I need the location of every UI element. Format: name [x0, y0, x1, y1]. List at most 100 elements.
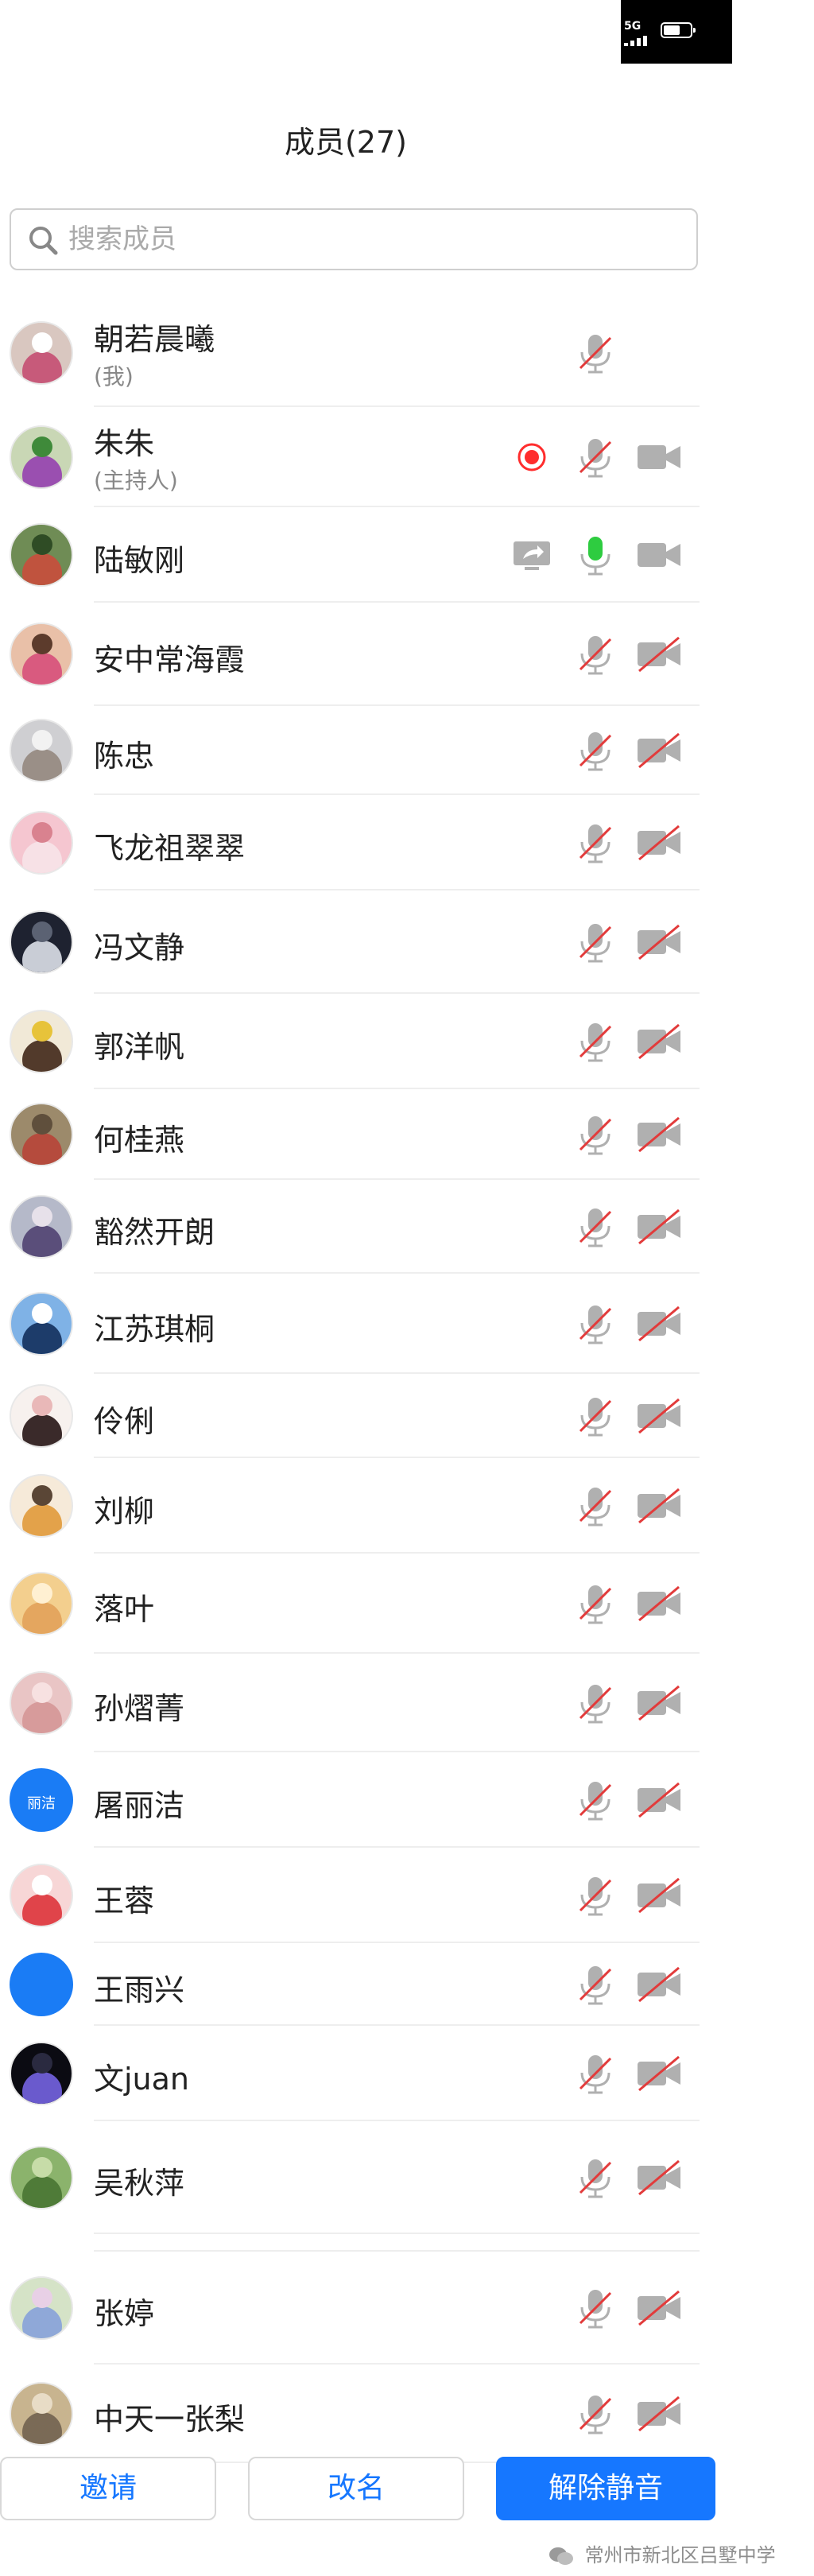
member-name: 冯文静 [94, 930, 185, 965]
member-name: 王蓉 [94, 1884, 155, 1918]
member-row[interactable]: 孙熠菁 [0, 1654, 700, 1752]
camera-off-icon[interactable] [634, 1579, 684, 1628]
camera-off-icon[interactable] [634, 630, 684, 679]
mic-muted-icon[interactable] [571, 1110, 620, 1159]
camera-icon[interactable] [634, 433, 684, 482]
mic-muted-icon[interactable] [571, 1391, 620, 1441]
mic-muted-icon[interactable] [571, 918, 620, 967]
avatar [10, 1292, 73, 1356]
mic-muted-icon[interactable] [571, 726, 620, 775]
camera-off-icon[interactable] [634, 1017, 684, 1066]
member-name: 王雨兴 [94, 1973, 185, 2008]
avatar [10, 425, 73, 489]
member-name: 刘柳 [94, 1494, 155, 1529]
member-row[interactable]: 陆敏刚 [0, 507, 700, 603]
member-list-screen: 5G 成员(27) 朝若晨曦 (我) 朱朱 (主持人) 陆敏刚安中常海霞陈忠飞龙祖翠翠冯… [0, 0, 814, 2576]
camera-off-icon[interactable] [634, 2283, 684, 2333]
mic-muted-icon[interactable] [571, 1017, 620, 1066]
member-row[interactable]: 郭洋帆 [0, 994, 700, 1089]
member-row[interactable]: 伶俐 [0, 1374, 700, 1458]
camera-off-icon[interactable] [634, 918, 684, 967]
member-row[interactable]: 王蓉 [0, 1848, 700, 1943]
mic-muted-icon[interactable] [571, 328, 620, 378]
member-row[interactable]: 何桂燕 [0, 1089, 700, 1180]
signal-icon [624, 35, 653, 46]
member-row[interactable]: 丽洁 屠丽洁 [0, 1752, 700, 1848]
page-title: 成员(27) [284, 125, 407, 160]
search-input[interactable] [68, 216, 673, 262]
mic-muted-icon[interactable] [571, 1202, 620, 1251]
camera-off-icon[interactable] [634, 1481, 684, 1530]
member-row[interactable]: 中天一张梨 [0, 2365, 700, 2463]
member-row[interactable]: 豁然开朗 [0, 1180, 700, 1274]
avatar [10, 2042, 73, 2105]
invite-button[interactable]: 邀请 [0, 2457, 216, 2520]
member-row[interactable]: 朱朱 (主持人) [0, 407, 700, 507]
mic-muted-icon[interactable] [571, 1871, 620, 1920]
mic-muted-icon[interactable] [571, 1960, 620, 2009]
camera-off-icon[interactable] [634, 1960, 684, 2009]
camera-off-icon[interactable] [634, 2153, 684, 2202]
mic-muted-icon[interactable] [571, 2283, 620, 2333]
member-row[interactable]: 文juan [0, 2026, 700, 2121]
member-row[interactable]: 安中常海霞 [0, 603, 700, 706]
mic-muted-icon[interactable] [571, 1299, 620, 1348]
mic-muted-icon[interactable] [571, 2389, 620, 2438]
mic-muted-icon[interactable] [571, 2049, 620, 2098]
status-bar: 5G [621, 0, 732, 64]
mic-muted-icon[interactable] [571, 433, 620, 482]
avatar [10, 1474, 73, 1538]
mic-muted-icon[interactable] [571, 818, 620, 867]
avatar [10, 2382, 73, 2446]
camera-off-icon[interactable] [634, 1391, 684, 1441]
member-row[interactable]: 王雨兴 [0, 1943, 700, 2026]
camera-off-icon[interactable] [634, 1678, 684, 1728]
camera-icon[interactable] [634, 530, 684, 580]
mic-muted-icon[interactable] [571, 1579, 620, 1628]
network-indicator: 5G [624, 20, 642, 33]
mic-muted-icon[interactable] [571, 1775, 620, 1825]
camera-off-icon[interactable] [634, 818, 684, 867]
avatar [10, 719, 73, 782]
search-bar[interactable] [10, 208, 698, 270]
member-row[interactable]: 冯文静 [0, 890, 700, 994]
member-row[interactable]: 飞龙祖翠翠 [0, 795, 700, 890]
camera-off-icon[interactable] [634, 1202, 684, 1251]
member-name: 中天一张梨 [94, 2402, 246, 2437]
avatar [10, 1010, 73, 1073]
camera-off-icon[interactable] [634, 726, 684, 775]
member-row[interactable]: 吴秋萍 [0, 2121, 700, 2234]
mic-muted-icon[interactable] [571, 2153, 620, 2202]
avatar [10, 1103, 73, 1166]
avatar [10, 1572, 73, 1635]
unmute-all-button[interactable]: 解除静音 [496, 2457, 715, 2520]
avatar [10, 1384, 73, 1448]
member-row[interactable]: 朝若晨曦 (我) [0, 299, 700, 407]
member-row[interactable]: 落叶 [0, 1554, 700, 1654]
camera-off-icon[interactable] [634, 1110, 684, 1159]
camera-off-icon[interactable] [634, 2389, 684, 2438]
avatar [10, 1195, 73, 1259]
camera-off-icon[interactable] [634, 1775, 684, 1825]
member-row[interactable]: 刘柳 [0, 1458, 700, 1554]
member-name: 朱朱 [94, 426, 155, 461]
member-row[interactable]: 陈忠 [0, 706, 700, 795]
rename-button[interactable]: 改名 [248, 2457, 464, 2520]
member-row[interactable]: 江苏琪桐 [0, 1274, 700, 1374]
avatar [10, 910, 73, 974]
camera-off-icon[interactable] [634, 1299, 684, 1348]
mic-muted-icon[interactable] [571, 1678, 620, 1728]
member-row[interactable] [0, 2234, 700, 2252]
member-role: (我) [94, 363, 134, 390]
member-name: 豁然开朗 [94, 1215, 215, 1250]
mic-icon[interactable] [571, 530, 620, 580]
mic-muted-icon[interactable] [571, 630, 620, 679]
member-name: 陈忠 [94, 739, 155, 774]
camera-off-icon[interactable] [634, 2049, 684, 2098]
mic-muted-icon[interactable] [571, 1481, 620, 1530]
camera-off-icon[interactable] [634, 1871, 684, 1920]
wechat-icon [549, 2547, 573, 2565]
member-name: 落叶 [94, 1592, 155, 1627]
member-name: 江苏琪桐 [94, 1312, 215, 1347]
member-row[interactable]: 张婷 [0, 2252, 700, 2365]
